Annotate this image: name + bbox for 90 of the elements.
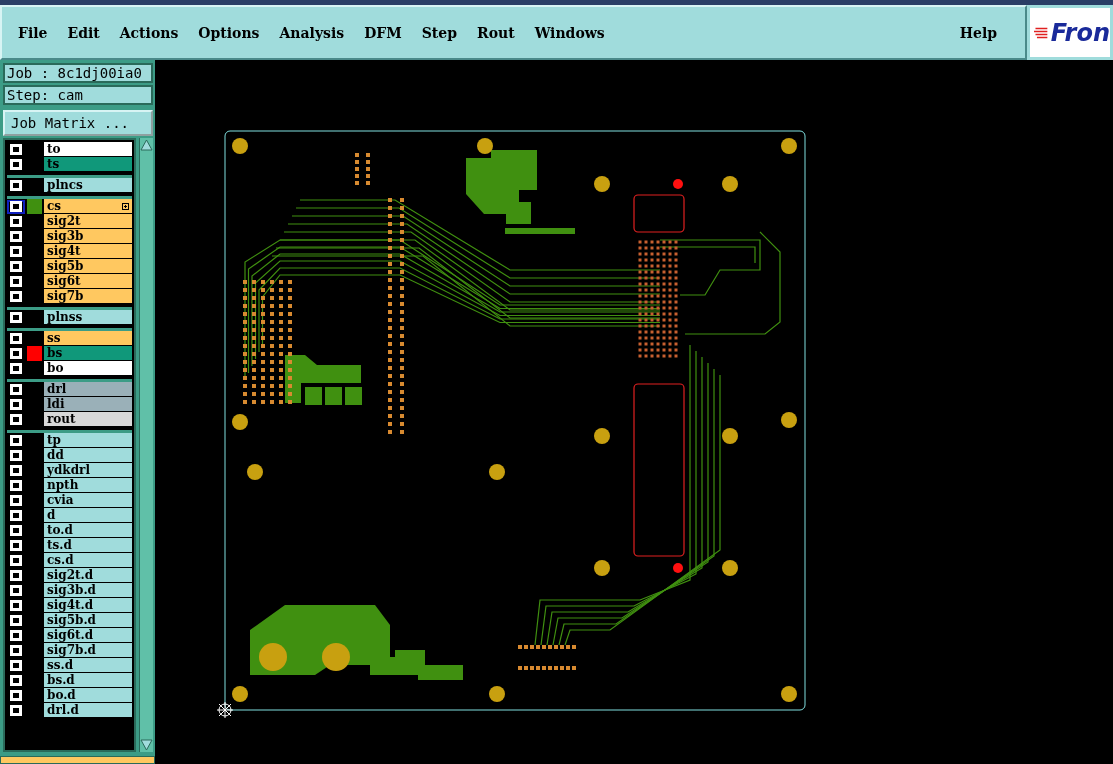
layer-name[interactable]: ss.d [44, 658, 132, 672]
layer-name[interactable]: sig5b.d [44, 613, 132, 627]
menu-item[interactable]: Windows [530, 22, 609, 43]
menu-item[interactable]: Actions [115, 22, 183, 43]
layer-checkbox[interactable] [7, 613, 25, 628]
layer-name[interactable]: drl [44, 382, 132, 396]
layer-name[interactable]: cs [44, 199, 132, 213]
menu-item[interactable]: File [14, 22, 52, 43]
layer-checkbox[interactable] [7, 643, 25, 658]
layer-checkbox[interactable] [7, 673, 25, 688]
layer-checkbox[interactable] [7, 229, 25, 244]
layer-checkbox[interactable] [7, 433, 25, 448]
layer-checkbox[interactable] [7, 478, 25, 493]
layer-name[interactable]: sig6t [44, 274, 132, 288]
layer-name[interactable]: sig7b.d [44, 643, 132, 657]
layer-name[interactable]: npth [44, 478, 132, 492]
layer-name[interactable]: plnss [44, 310, 132, 324]
help-menu[interactable]: Help [955, 22, 1001, 43]
scroll-up-icon[interactable] [140, 138, 153, 152]
job-name: Job : 8c1dj00ia0 [3, 63, 153, 83]
layer-checkbox[interactable] [7, 568, 25, 583]
layer-name[interactable]: drl.d [44, 703, 132, 717]
logo-text: Fron [1050, 18, 1110, 47]
scrollbar[interactable] [139, 138, 153, 752]
layer-checkbox[interactable] [7, 448, 25, 463]
layer-checkbox[interactable] [7, 214, 25, 229]
layer-name[interactable]: sig2t.d [44, 568, 132, 582]
menu-item[interactable]: Options [194, 22, 264, 43]
menu-item[interactable]: Rout [473, 22, 519, 43]
layer-name[interactable]: cvia [44, 493, 132, 507]
job-matrix-button[interactable]: Job Matrix ... [3, 110, 153, 136]
layer-name[interactable]: plncs [44, 178, 132, 192]
menu-item[interactable]: DFM [360, 22, 406, 43]
layer-name[interactable]: bo [44, 361, 132, 375]
layer-checkbox[interactable] [7, 361, 25, 376]
menu-item[interactable]: Edit [63, 22, 104, 43]
layer-checkbox[interactable] [7, 493, 25, 508]
layer-checkbox[interactable] [7, 583, 25, 598]
layer-name[interactable]: to.d [44, 523, 132, 537]
layer-checkbox[interactable] [7, 199, 25, 214]
layer-name[interactable]: sig4t.d [44, 598, 132, 612]
layer-name[interactable]: ts.d [44, 538, 132, 552]
layer-checkbox[interactable] [7, 289, 25, 304]
layer-name[interactable]: sig5b [44, 259, 132, 273]
layer-checkbox[interactable] [7, 346, 25, 361]
layer-name[interactable]: sig3b [44, 229, 132, 243]
layer-name[interactable]: d [44, 508, 132, 522]
layer-name[interactable]: sig3b.d [44, 583, 132, 597]
layer-name[interactable]: dd [44, 448, 132, 462]
layer-name[interactable]: tp [44, 433, 132, 447]
layer-checkbox[interactable] [7, 412, 25, 427]
layer-name[interactable]: sig6t.d [44, 628, 132, 642]
layer-name[interactable]: rout [44, 412, 132, 426]
layer-checkbox[interactable] [7, 628, 25, 643]
layer-name[interactable]: bs.d [44, 673, 132, 687]
menu-item[interactable]: Step [417, 22, 461, 43]
layer-name[interactable]: sig7b [44, 289, 132, 303]
layer-checkbox[interactable] [7, 658, 25, 673]
layer-checkbox[interactable] [7, 538, 25, 553]
layer-checkbox[interactable] [7, 331, 25, 346]
layer-checkbox[interactable] [7, 157, 25, 172]
menu-item[interactable]: Analysis [275, 22, 349, 43]
expand-icon[interactable] [122, 202, 129, 210]
layer-checkbox[interactable] [7, 688, 25, 703]
layer-checkbox[interactable] [7, 178, 25, 193]
layer-name[interactable]: ldi [44, 397, 132, 411]
layer-checkbox[interactable] [7, 274, 25, 289]
layer-checkbox[interactable] [7, 703, 25, 718]
layer-name[interactable]: ts [44, 157, 132, 171]
layer-checkbox[interactable] [7, 244, 25, 259]
layer-name[interactable]: to [44, 142, 132, 156]
layer-name[interactable]: ydkdrl [44, 463, 132, 477]
layer-name[interactable]: cs.d [44, 553, 132, 567]
layer-checkbox[interactable] [7, 508, 25, 523]
layer-name[interactable]: bs [44, 346, 132, 360]
layer-checkbox[interactable] [7, 259, 25, 274]
layer-checkbox[interactable] [7, 310, 25, 325]
layer-name[interactable]: sig4t [44, 244, 132, 258]
layer-checkbox[interactable] [7, 598, 25, 613]
layer-name[interactable]: bo.d [44, 688, 132, 702]
step-name: Step: cam [3, 85, 153, 105]
layer-checkbox[interactable] [7, 397, 25, 412]
layer-checkbox[interactable] [7, 553, 25, 568]
layer-checkbox[interactable] [7, 463, 25, 478]
layer-checkbox[interactable] [7, 142, 25, 157]
layer-checkbox[interactable] [7, 382, 25, 397]
layer-checkbox[interactable] [7, 523, 25, 538]
scroll-down-icon[interactable] [140, 738, 153, 752]
layer-name[interactable]: ss [44, 331, 132, 345]
layer-name[interactable]: sig2t [44, 214, 132, 228]
